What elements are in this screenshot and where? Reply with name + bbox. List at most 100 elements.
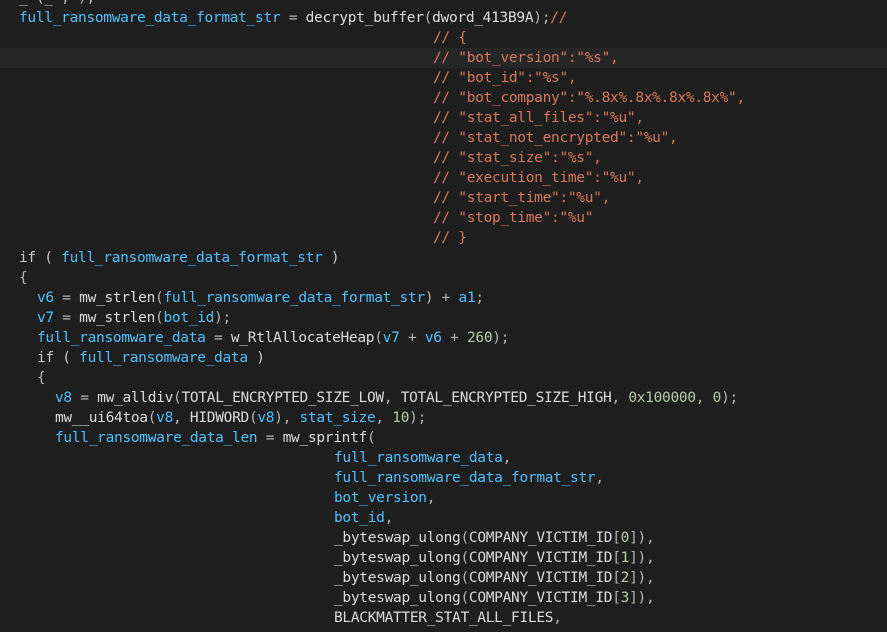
- code-line[interactable]: _byteswap_ulong(COMPANY_VICTIM_ID[0]),: [0, 528, 887, 548]
- code-token: ]),: [629, 570, 655, 586]
- code-token: ,: [502, 450, 512, 466]
- code-line[interactable]: full_ransomware_data = w_RtlAllocateHeap…: [0, 328, 887, 348]
- code-line[interactable]: // "bot_id":"%s",: [0, 68, 887, 88]
- code-token: v7: [382, 330, 400, 346]
- code-line[interactable]: // "bot_company":"%.8x%.8x%.8x%.8x%",: [0, 88, 887, 108]
- code-token: +: [399, 330, 425, 346]
- code-line[interactable]: mw__ui64toa(v8, HIDWORD(v8), stat_size, …: [0, 408, 887, 428]
- code-token: // "stat_all_files":"%u",: [433, 110, 644, 126]
- code-token: TOTAL_ENCRYPTED_SIZE_LOW: [181, 390, 384, 406]
- code-token: v6: [37, 290, 54, 306]
- code-token: full_ransomware_data: [37, 330, 206, 346]
- code-line[interactable]: full_ransomware_data_len = mw_sprintf(: [0, 428, 887, 448]
- code-token: );: [533, 10, 551, 26]
- code-token: COMPANY_VICTIM_ID: [468, 570, 613, 586]
- code-token: =: [280, 10, 306, 26]
- code-line[interactable]: // {: [0, 28, 887, 48]
- code-token: 3: [620, 590, 630, 606]
- code-line[interactable]: if ( full_ransomware_data ): [0, 348, 887, 368]
- code-token: );: [409, 410, 427, 426]
- code-token: ]),: [629, 530, 655, 546]
- code-line[interactable]: {: [0, 368, 887, 388]
- code-token: _byteswap_ulong: [334, 570, 461, 586]
- code-token: v6: [424, 330, 442, 346]
- code-line[interactable]: full_ransomware_data,: [0, 448, 887, 468]
- code-token: =: [205, 330, 231, 346]
- code-token: mw_alldiv: [97, 390, 174, 406]
- code-token: ): [322, 250, 340, 266]
- code-token: // }: [433, 230, 467, 246]
- code-token: // "stat_size":"%s",: [433, 150, 602, 166]
- code-token: 0x100000: [628, 390, 696, 406]
- code-token: ,: [383, 390, 401, 406]
- code-token: v7: [37, 310, 54, 326]
- code-token: if (: [19, 250, 62, 266]
- code-token: COMPANY_VICTIM_ID: [468, 590, 613, 606]
- code-line[interactable]: // }: [0, 228, 887, 248]
- code-token: =: [71, 390, 98, 406]
- code-token: [: [612, 530, 621, 546]
- code-line[interactable]: // "stat_size":"%s",: [0, 148, 887, 168]
- code-token: //: [550, 10, 568, 26]
- code-token: (: [374, 330, 383, 346]
- code-line[interactable]: // "bot_version":"%s",: [0, 48, 887, 68]
- code-token: ,: [595, 470, 604, 486]
- code-line[interactable]: full_ransomware_data_format_str,: [0, 468, 887, 488]
- code-token: );: [70, 0, 95, 6]
- code-token: ]),: [629, 550, 655, 566]
- code-token: ),: [274, 410, 300, 426]
- code-token: bot_id: [334, 510, 385, 526]
- code-token: dword_413B9A: [432, 10, 534, 26]
- code-token: (: [423, 10, 433, 26]
- code-token: _byteswap_ulong: [334, 530, 461, 546]
- code-line[interactable]: bot_version,: [0, 488, 887, 508]
- code-token: (: [460, 550, 469, 566]
- code-token: mw_strlen: [79, 290, 156, 306]
- code-line[interactable]: _: [0, 628, 887, 632]
- code-line[interactable]: v7 = mw_strlen(bot_id);: [0, 308, 887, 328]
- code-token: (: [460, 530, 469, 546]
- code-token: // "start_time":"%u",: [433, 190, 611, 206]
- code-line[interactable]: v6 = mw_strlen(full_ransomware_data_form…: [0, 288, 887, 308]
- code-token: // "bot_version":"%s",: [433, 50, 619, 66]
- code-token: [: [612, 590, 621, 606]
- code-token: w_RtlAllocateHeap: [230, 330, 375, 346]
- code-line[interactable]: _byteswap_ulong(COMPANY_VICTIM_ID[2]),: [0, 568, 887, 588]
- code-line[interactable]: v8 = mw_alldiv(TOTAL_ENCRYPTED_SIZE_LOW,…: [0, 388, 887, 408]
- code-token: mw_sprintf: [282, 430, 368, 446]
- code-token: HIDWORD: [189, 410, 249, 426]
- code-token: bot_id: [163, 310, 215, 326]
- code-token: ]),: [629, 590, 655, 606]
- code-token: // "stop_time":"%u": [433, 210, 594, 226]
- code-line[interactable]: full_ransomware_data_format_str = decryp…: [0, 8, 887, 28]
- code-line[interactable]: BLACKMATTER_STAT_ALL_FILES,: [0, 608, 887, 628]
- code-line[interactable]: // "stat_all_files":"%u",: [0, 108, 887, 128]
- code-token: ): [247, 350, 265, 366]
- code-editor[interactable]: _ (_ , );full_ransomware_data_format_str…: [0, 0, 887, 632]
- code-line[interactable]: _ (_ , );: [0, 0, 887, 8]
- code-line[interactable]: // "execution_time":"%u",: [0, 168, 887, 188]
- code-token: a1: [458, 290, 476, 306]
- code-line[interactable]: // "start_time":"%u",: [0, 188, 887, 208]
- code-token: full_ransomware_data_format_str: [19, 10, 281, 26]
- code-token: {: [37, 370, 46, 386]
- code-token: ,: [695, 390, 713, 406]
- code-token: ,: [611, 390, 629, 406]
- code-line[interactable]: bot_id,: [0, 508, 887, 528]
- code-line[interactable]: _byteswap_ulong(COMPANY_VICTIM_ID[1]),: [0, 548, 887, 568]
- code-line[interactable]: // "stat_not_encrypted":"%u",: [0, 128, 887, 148]
- code-token: _ ,: [44, 0, 70, 6]
- code-token: full_ransomware_data_format_str: [61, 250, 323, 266]
- code-line[interactable]: // "stop_time":"%u": [0, 208, 887, 228]
- code-token: v8: [156, 410, 174, 426]
- code-line[interactable]: if ( full_ransomware_data_format_str ): [0, 248, 887, 268]
- code-token: stat_size: [299, 410, 376, 426]
- code-token: BLACKMATTER_STAT_ALL_FILES: [334, 610, 554, 626]
- code-line[interactable]: {: [0, 268, 887, 288]
- code-token: full_ransomware_data: [334, 450, 503, 466]
- code-token: COMPANY_VICTIM_ID: [468, 550, 613, 566]
- code-token: 0: [712, 390, 722, 406]
- code-line[interactable]: _byteswap_ulong(COMPANY_VICTIM_ID[3]),: [0, 588, 887, 608]
- code-token: ,: [426, 490, 436, 506]
- code-token: ,: [553, 610, 562, 626]
